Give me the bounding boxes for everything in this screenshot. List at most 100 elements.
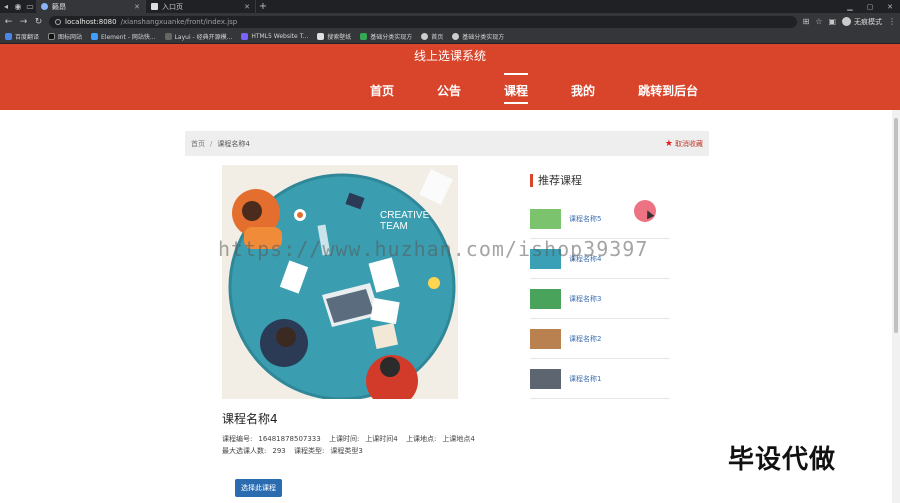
recommend-item-name[interactable]: 课程名称3 <box>569 294 601 304</box>
bookmark-label: 图标网站 <box>58 34 83 41</box>
nav-item-admin[interactable]: 跳转到后台 <box>638 78 698 104</box>
nav-item-home[interactable]: 首页 <box>370 78 394 104</box>
nav-item-mine[interactable]: 我的 <box>571 78 595 104</box>
bookmark-label: 百度翻译 <box>15 34 40 41</box>
course-time-label: 上课时间: <box>328 435 360 443</box>
bookmark-label: 搜索壁纸 <box>327 34 352 41</box>
bookmark-item[interactable]: 图标网站 <box>48 32 82 41</box>
recommend-thumbnail[interactable] <box>530 208 561 229</box>
toolbar-icons: ⊞ ☆ ▣ 无痕模式 ⋮ <box>803 17 896 27</box>
recommend-thumbnail[interactable] <box>530 288 561 309</box>
bookmark-label: HTML5 Website T... <box>251 33 309 40</box>
recommend-title: 推荐课程 <box>530 174 670 187</box>
tab-search-icon[interactable]: ◂ <box>0 0 12 13</box>
close-window-icon[interactable]: ✕ <box>880 0 900 13</box>
course-code-value: 16481878507333 <box>258 435 321 443</box>
main-nav: 首页 公告 课程 我的 跳转到后台 <box>370 73 741 104</box>
bookmark-item[interactable]: 百度翻译 <box>5 32 39 41</box>
course-code-label: 课程编号: <box>222 435 253 443</box>
recommend-thumbnail[interactable] <box>530 248 561 269</box>
bookmark-item[interactable]: 首页 <box>421 32 443 41</box>
bookmark-label: Element - 网站快... <box>101 34 156 41</box>
bookmark-icon <box>48 33 56 40</box>
tab-title: 籁昂 <box>52 2 66 11</box>
recommend-item[interactable]: 课程名称4 <box>530 239 670 279</box>
recommend-thumbnail[interactable] <box>530 328 561 349</box>
bookmark-icon <box>241 33 249 40</box>
course-max-value: 293 <box>272 447 286 455</box>
bookmark-label: 首页 <box>431 34 444 41</box>
close-tab-icon[interactable]: ✕ <box>244 3 250 11</box>
recommend-item[interactable]: 课程名称2 <box>530 319 670 359</box>
select-course-button[interactable]: 选择此课程 <box>235 479 282 497</box>
browser-tab-2[interactable]: 入口页 ✕ <box>146 0 256 13</box>
browser-tab-1[interactable]: 籁昂 ✕ <box>36 0 146 13</box>
course-meta-line-2: 最大选课人数: 293 课程类型: 课程类型3 <box>222 445 522 457</box>
creative-team-illustration: CREATIVE TEAM <box>222 165 458 399</box>
recommend-item-name[interactable]: 课程名称2 <box>569 334 601 344</box>
address-bar[interactable]: localhost:8080/xianshangxuanke/front/ind… <box>49 15 797 28</box>
browser-app-icon[interactable]: ◉ <box>12 0 24 13</box>
site-title: 线上选课系统 <box>413 49 486 63</box>
translate-icon[interactable]: ⊞ <box>803 17 810 26</box>
bookmark-label: 基础分类实现方 <box>462 34 505 41</box>
bookmark-icon <box>91 33 99 40</box>
recommend-item[interactable]: 课程名称1 <box>530 359 670 399</box>
bookmark-label: 基础分类实现方 <box>370 34 413 41</box>
recommend-item-name[interactable]: 课程名称5 <box>569 214 601 224</box>
unfavorite-label: 取消收藏 <box>675 139 703 148</box>
course-max-label: 最大选课人数: <box>222 447 267 455</box>
bookmark-icon <box>5 33 12 40</box>
window-controls: ▁ ▢ ✕ <box>840 0 900 13</box>
bookmark-star-icon[interactable]: ☆ <box>815 17 822 26</box>
bookmark-label: Layui - 经典开源模... <box>174 34 233 41</box>
breadcrumb-current: 课程名称4 <box>217 139 250 148</box>
bookmark-icon <box>452 33 460 40</box>
browser-tabstrip: ◂ ◉ ▭ 籁昂 ✕ 入口页 ✕ + ▁ ▢ ✕ <box>0 0 900 13</box>
url-path: /xianshangxuanke/front/index.jsp <box>120 17 238 26</box>
maximize-icon[interactable]: ▢ <box>860 0 880 13</box>
url-host: localhost:8080 <box>65 17 117 26</box>
recommend-item-name[interactable]: 课程名称1 <box>569 374 601 384</box>
reload-icon[interactable]: ↻ <box>34 17 43 27</box>
course-type-value: 课程类型3 <box>330 447 363 455</box>
star-icon: ★ <box>664 138 673 149</box>
new-tab-button[interactable]: + <box>256 0 270 13</box>
bookmark-item[interactable]: HTML5 Website T... <box>241 33 308 40</box>
tab-page-icon[interactable]: ▭ <box>24 0 36 13</box>
profile-button[interactable]: 无痕模式 <box>842 17 882 27</box>
unfavorite-button[interactable]: ★ 取消收藏 <box>665 139 703 149</box>
site-info-icon[interactable] <box>55 18 61 25</box>
nav-item-notice[interactable]: 公告 <box>437 78 461 104</box>
bookmark-item[interactable]: 基础分类实现方 <box>452 32 504 41</box>
mouse-cursor-highlight <box>634 200 656 222</box>
recommend-item-name[interactable]: 课程名称4 <box>569 254 601 264</box>
bookmark-icon <box>317 33 325 40</box>
recommend-thumbnail[interactable] <box>530 368 561 389</box>
forward-icon[interactable]: → <box>19 17 28 27</box>
bookmark-item[interactable]: Element - 网站快... <box>91 32 156 41</box>
bookmark-icon <box>421 33 429 40</box>
minimize-icon[interactable]: ▁ <box>840 0 860 13</box>
tab-favicon-icon <box>151 3 158 10</box>
close-tab-icon[interactable]: ✕ <box>134 3 140 11</box>
tab-favicon-icon <box>41 3 48 10</box>
menu-icon[interactable]: ⋮ <box>888 17 896 26</box>
scrollbar-thumb[interactable] <box>894 118 898 333</box>
bookmark-item[interactable]: 基础分类实现方 <box>360 32 412 41</box>
course-title: 课程名称4 <box>222 412 278 426</box>
page-scrollbar[interactable] <box>892 110 900 503</box>
course-place-value: 上课地点4 <box>442 435 475 443</box>
extensions-icon[interactable]: ▣ <box>828 17 836 26</box>
breadcrumb-home[interactable]: 首页 <box>191 139 205 149</box>
bookmarks-bar: 百度翻译 图标网站 Element - 网站快... Layui - 经典开源模… <box>0 30 900 44</box>
back-icon[interactable]: ← <box>4 17 13 27</box>
nav-item-course[interactable]: 课程 <box>504 73 529 104</box>
profile-label: 无痕模式 <box>854 17 882 26</box>
site-header: 线上选课系统 首页 公告 课程 我的 跳转到后台 <box>0 44 900 110</box>
course-time-value: 上课时间4 <box>365 435 398 443</box>
bookmark-item[interactable]: Layui - 经典开源模... <box>164 32 233 41</box>
poster-text-creative: CREATIVE <box>380 210 430 221</box>
recommend-item[interactable]: 课程名称3 <box>530 279 670 319</box>
bookmark-item[interactable]: 搜索壁纸 <box>317 32 351 41</box>
